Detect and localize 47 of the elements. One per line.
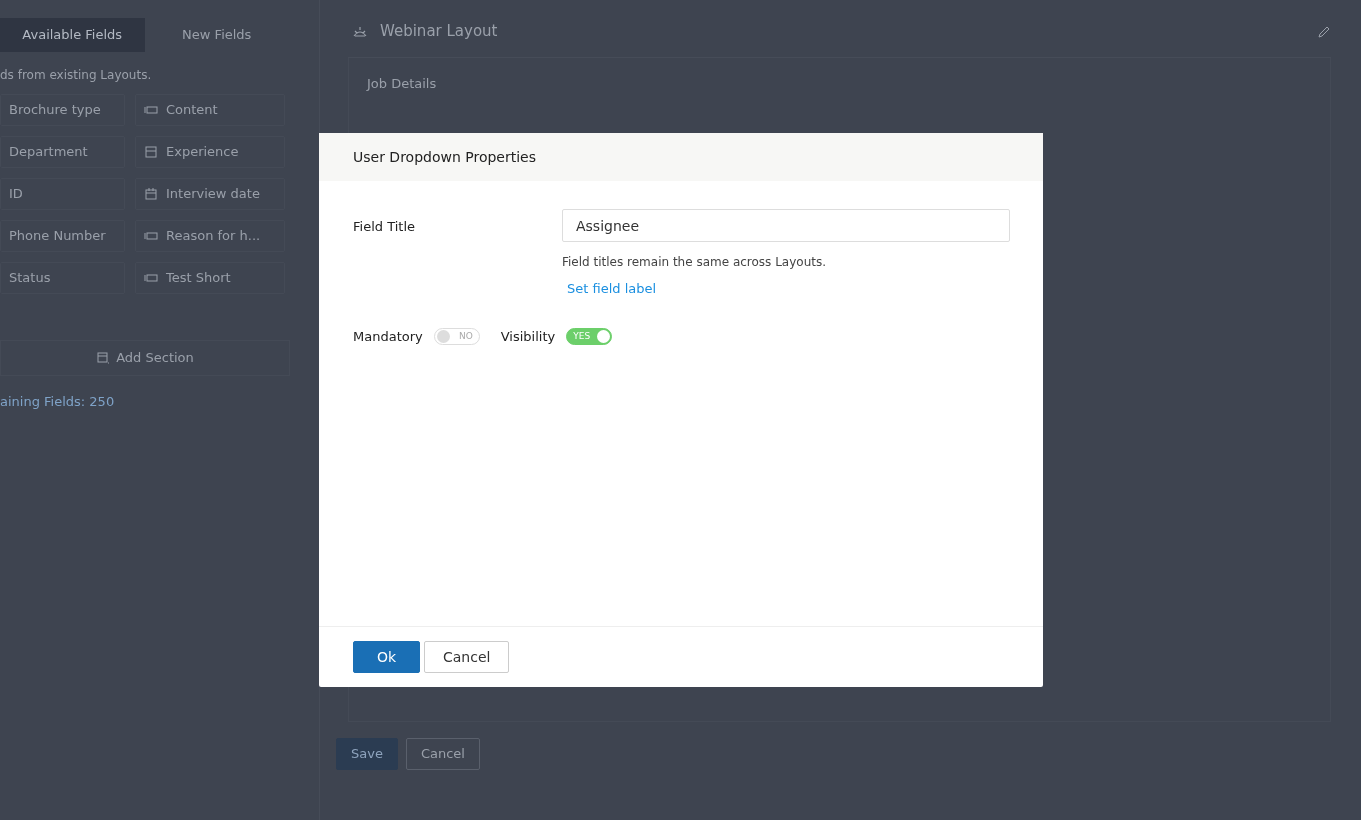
hint-text: ds from existing Layouts. <box>0 67 153 84</box>
toggle-switch[interactable]: YES <box>566 327 613 345</box>
field-item[interactable]: Phone Number <box>0 220 125 252</box>
field-title-label: Field Title <box>353 218 416 236</box>
toggle-label: Visibility <box>500 327 556 346</box>
ok-button[interactable]: Ok <box>353 641 420 673</box>
cancel-button[interactable]: Cancel <box>405 738 480 770</box>
calendar-icon <box>144 187 158 201</box>
field-label: ID <box>9 185 23 204</box>
field-item[interactable]: Status <box>0 262 125 294</box>
remaining-fields-text: aining Fields: 250 <box>0 393 116 411</box>
edit-icon[interactable] <box>1317 24 1331 39</box>
help-text: Field titles remain the same across Layouts. <box>562 254 828 271</box>
section-title: Job Details <box>367 75 438 93</box>
cancel-button[interactable]: Cancel <box>424 641 510 673</box>
add-section-button[interactable]: Add Section <box>0 340 290 376</box>
field-label: Test Short <box>166 269 231 288</box>
save-button[interactable]: Save <box>336 738 398 770</box>
layout-title: Webinar Layout <box>380 21 498 43</box>
field-label: Interview date <box>166 185 260 204</box>
text-field-icon <box>144 103 158 117</box>
toggle-label: Mandatory <box>353 327 423 346</box>
dialog-title: User Dropdown Properties <box>319 133 1043 181</box>
field-item[interactable]: Experience <box>135 136 285 168</box>
add-section-icon <box>96 351 111 365</box>
set-field-label-link[interactable]: Set field label <box>567 279 657 299</box>
field-item[interactable]: Content <box>135 94 285 126</box>
field-item[interactable]: Brochure type <box>0 94 125 126</box>
field-label: Department <box>9 143 88 162</box>
field-item[interactable]: Interview date <box>135 178 285 210</box>
toggle-switch[interactable]: NO <box>433 327 480 345</box>
fields-tab[interactable]: New Fields <box>144 18 289 52</box>
text-field-icon <box>144 271 158 285</box>
text-field-icon <box>144 229 158 243</box>
field-item[interactable]: Reason for h... <box>135 220 285 252</box>
field-label: Status <box>9 269 51 288</box>
field-label: Phone Number <box>9 227 106 246</box>
field-title-input[interactable]: Assignee <box>562 209 1010 242</box>
field-item[interactable]: ID <box>0 178 125 210</box>
field-label: Reason for h... <box>166 227 261 246</box>
text-area-icon <box>144 145 158 159</box>
field-label: Experience <box>166 143 239 162</box>
fields-tab[interactable]: Available Fields <box>0 18 145 52</box>
field-label: Brochure type <box>9 101 101 120</box>
field-label: Content <box>166 101 218 120</box>
field-item[interactable]: Test Short <box>135 262 285 294</box>
field-item[interactable]: Department <box>0 136 125 168</box>
